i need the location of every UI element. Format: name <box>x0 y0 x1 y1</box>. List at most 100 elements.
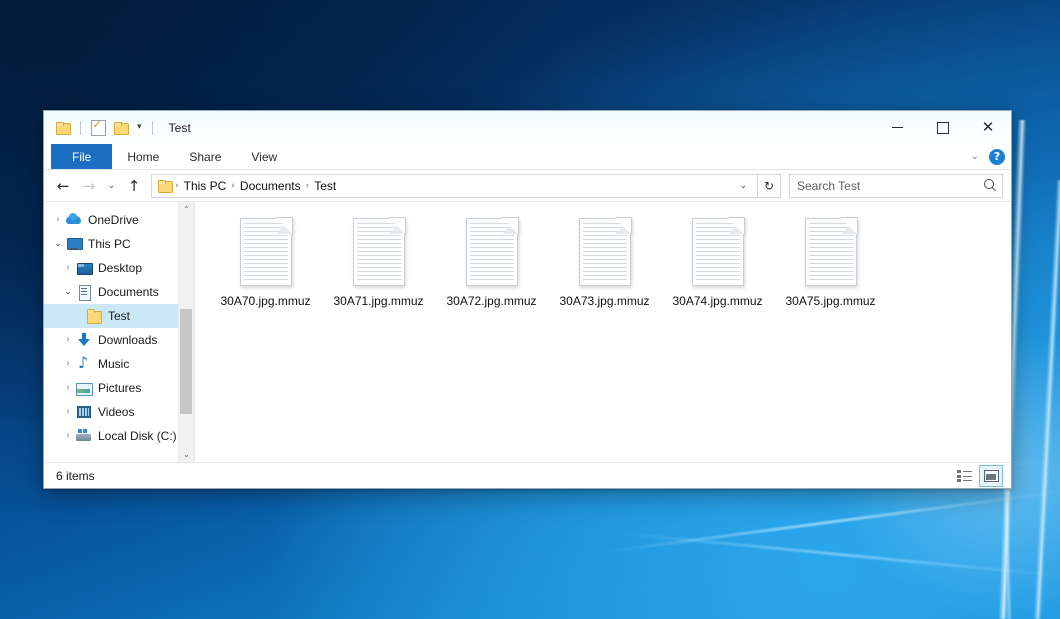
chevron-right-icon[interactable]: › <box>60 263 76 273</box>
sidebar-item-music[interactable]: › Music <box>44 352 194 376</box>
generic-file-icon <box>692 218 744 286</box>
breadcrumb-item-this-pc[interactable]: This PC <box>180 179 231 193</box>
sidebar-item-local-disk[interactable]: › Local Disk (C:) <box>44 424 194 448</box>
chevron-down-icon[interactable]: ▾ <box>135 123 144 132</box>
sidebar-item-videos[interactable]: › Videos <box>44 400 194 424</box>
file-name: 30A73.jpg.mmuz <box>559 294 649 308</box>
title-bar: ▾ Test ✕ <box>44 111 1011 144</box>
tab-view[interactable]: View <box>236 144 292 169</box>
sidebar-item-downloads[interactable]: › Downloads <box>44 328 194 352</box>
breadcrumb-item-documents[interactable]: Documents <box>236 179 305 193</box>
chevron-down-icon[interactable]: ⌄ <box>50 239 66 249</box>
chevron-right-icon[interactable]: › <box>60 407 76 417</box>
file-item[interactable]: 30A72.jpg.mmuz <box>435 216 548 308</box>
sidebar-item-documents[interactable]: ⌄ Documents <box>44 280 194 304</box>
file-item[interactable]: 30A75.jpg.mmuz <box>774 216 887 308</box>
file-name: 30A75.jpg.mmuz <box>785 294 875 308</box>
chevron-right-icon[interactable]: › <box>60 335 76 345</box>
search-input[interactable] <box>795 178 984 194</box>
desktop-icon <box>76 260 92 276</box>
sidebar-item-label: This PC <box>88 237 131 251</box>
sidebar-item-label: Desktop <box>98 261 142 275</box>
recent-locations-button[interactable]: ⌄ <box>102 173 121 199</box>
chevron-down-icon[interactable]: ⌄ <box>60 287 76 297</box>
sidebar-item-test[interactable]: Test <box>44 304 194 328</box>
downloads-icon <box>76 332 92 348</box>
generic-file-icon <box>466 218 518 286</box>
sidebar-item-desktop[interactable]: › Desktop <box>44 256 194 280</box>
documents-icon <box>76 284 92 300</box>
file-name: 30A71.jpg.mmuz <box>333 294 423 308</box>
back-button[interactable]: ← <box>50 173 76 199</box>
file-item[interactable]: 30A71.jpg.mmuz <box>322 216 435 308</box>
details-view-button[interactable] <box>953 466 975 486</box>
qat-separator-1 <box>80 121 81 135</box>
sidebar-item-label: Local Disk (C:) <box>98 429 177 443</box>
breadcrumb-item-test[interactable]: Test <box>310 179 340 193</box>
file-item[interactable]: 30A74.jpg.mmuz <box>661 216 774 308</box>
scrollbar-thumb[interactable] <box>180 309 192 414</box>
chevron-right-icon[interactable]: › <box>60 431 76 441</box>
ribbon-right-controls: ⌄ ? <box>971 144 1005 169</box>
sidebar-item-label: Videos <box>98 405 134 419</box>
videos-icon <box>76 404 92 420</box>
folder-icon <box>86 308 102 324</box>
sidebar-item-label: Pictures <box>98 381 141 395</box>
generic-file-icon <box>805 218 857 286</box>
address-bar[interactable]: › This PC › Documents › Test ⌄ <box>151 174 758 198</box>
file-item[interactable]: 30A73.jpg.mmuz <box>548 216 661 308</box>
sidebar-item-label: OneDrive <box>88 213 139 227</box>
tab-share[interactable]: Share <box>174 144 236 169</box>
sidebar-item-label: Test <box>108 309 130 323</box>
new-folder-icon[interactable] <box>112 119 130 137</box>
chevron-down-icon[interactable]: ⌄ <box>971 151 979 162</box>
sidebar-scrollbar[interactable]: ⌃ ⌄ <box>178 202 194 462</box>
search-box[interactable] <box>789 174 1003 198</box>
onedrive-icon <box>66 212 82 228</box>
forward-button[interactable]: → <box>76 173 102 199</box>
sidebar-item-label: Music <box>98 357 129 371</box>
desktop-background: ▾ Test ✕ File Home Share View ⌄ ? ← → <box>0 0 1060 619</box>
generic-file-icon <box>353 218 405 286</box>
address-toolbar: ← → ⌄ ↑ › This PC › Documents › Test ⌄ ↻ <box>44 170 1011 201</box>
minimize-button[interactable] <box>875 111 920 144</box>
file-grid: 30A70.jpg.mmuz 30A71.jpg.mmuz <box>209 216 999 308</box>
folder-icon[interactable] <box>54 119 72 137</box>
file-item[interactable]: 30A70.jpg.mmuz <box>209 216 322 308</box>
breadcrumb: › This PC › Documents › Test <box>157 179 733 193</box>
sidebar-item-this-pc[interactable]: ⌄ This PC <box>44 232 194 256</box>
scroll-down-icon[interactable]: ⌄ <box>179 447 194 462</box>
sidebar-item-pictures[interactable]: › Pictures <box>44 376 194 400</box>
help-icon[interactable]: ? <box>989 149 1005 165</box>
chevron-right-icon[interactable]: › <box>50 215 66 225</box>
properties-icon[interactable] <box>89 119 107 137</box>
chevron-right-icon[interactable]: › <box>60 383 76 393</box>
tab-home[interactable]: Home <box>112 144 174 169</box>
chevron-right-icon[interactable]: › <box>60 359 76 369</box>
large-icons-view-button[interactable] <box>979 465 1003 487</box>
quick-access-toolbar: ▾ Test <box>44 119 191 137</box>
qat-separator-2 <box>152 121 153 135</box>
window-title: Test <box>169 121 191 135</box>
tab-file[interactable]: File <box>51 144 112 169</box>
status-bar: 6 items <box>44 462 1011 488</box>
chevron-down-icon[interactable]: ⌄ <box>733 181 753 191</box>
sidebar-item-label: Documents <box>98 285 159 299</box>
view-buttons <box>953 465 1003 487</box>
maximize-button[interactable] <box>920 111 965 144</box>
sidebar-item-onedrive[interactable]: › OneDrive <box>44 208 194 232</box>
close-button[interactable]: ✕ <box>965 111 1011 144</box>
generic-file-icon <box>240 218 292 286</box>
scroll-up-icon[interactable]: ⌃ <box>179 202 194 217</box>
folder-tree: › OneDrive ⌄ This PC › Desktop <box>44 202 194 462</box>
this-pc-icon <box>66 236 82 252</box>
file-name: 30A70.jpg.mmuz <box>220 294 310 308</box>
up-button[interactable]: ↑ <box>121 173 147 199</box>
scrollbar-track[interactable] <box>179 217 194 447</box>
refresh-button[interactable]: ↻ <box>758 174 781 198</box>
sidebar-item-label: Downloads <box>98 333 157 347</box>
file-list-pane[interactable]: 30A70.jpg.mmuz 30A71.jpg.mmuz <box>195 202 1011 462</box>
search-icon <box>984 179 997 192</box>
generic-file-icon <box>579 218 631 286</box>
file-name: 30A72.jpg.mmuz <box>446 294 536 308</box>
